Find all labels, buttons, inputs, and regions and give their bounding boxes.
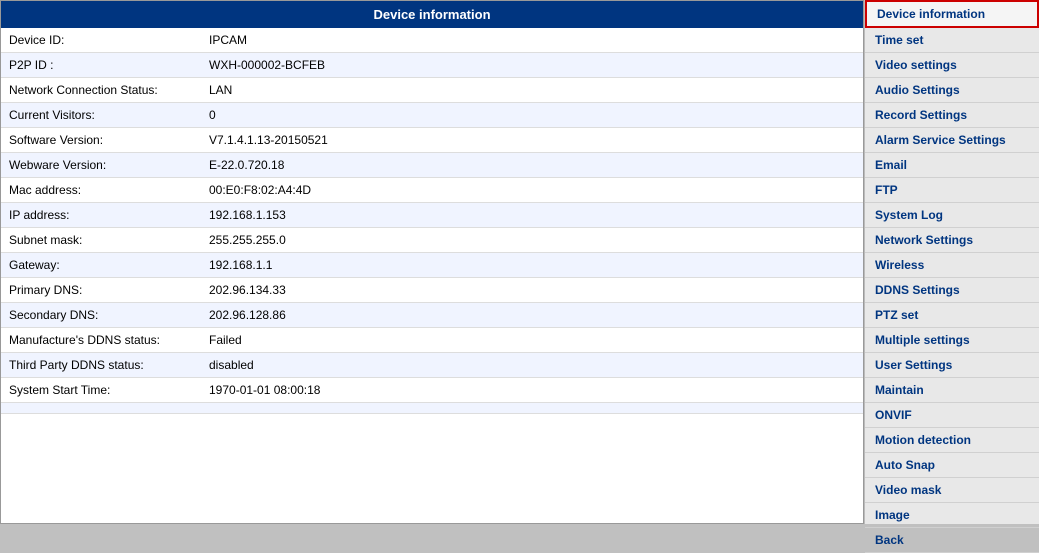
table-row: IP address:192.168.1.153 xyxy=(1,203,863,228)
sidebar-item-auto-snap[interactable]: Auto Snap xyxy=(865,453,1039,478)
table-row: Third Party DDNS status:disabled xyxy=(1,353,863,378)
table-row: Primary DNS:202.96.134.33 xyxy=(1,278,863,303)
row-label: Secondary DNS: xyxy=(1,303,201,328)
sidebar-item-device-information[interactable]: Device information xyxy=(865,0,1039,28)
table-row: Subnet mask:255.255.255.0 xyxy=(1,228,863,253)
sidebar-item-record-settings[interactable]: Record Settings xyxy=(865,103,1039,128)
sidebar-item-onvif[interactable]: ONVIF xyxy=(865,403,1039,428)
table-row: Mac address:00:E0:F8:02:A4:4D xyxy=(1,178,863,203)
sidebar-item-audio-settings[interactable]: Audio Settings xyxy=(865,78,1039,103)
row-label: System Start Time: xyxy=(1,378,201,403)
sidebar-item-ddns-settings[interactable]: DDNS Settings xyxy=(865,278,1039,303)
table-row: P2P ID :WXH-000002-BCFEB xyxy=(1,53,863,78)
main-panel: Device information Device ID:IPCAMP2P ID… xyxy=(0,0,864,524)
row-value: 00:E0:F8:02:A4:4D xyxy=(201,178,863,203)
sidebar-item-time-set[interactable]: Time set xyxy=(865,28,1039,53)
row-label: P2P ID : xyxy=(1,53,201,78)
sidebar-item-wireless[interactable]: Wireless xyxy=(865,253,1039,278)
row-label: IP address: xyxy=(1,203,201,228)
row-label: Current Visitors: xyxy=(1,103,201,128)
sidebar-item-motion-detection[interactable]: Motion detection xyxy=(865,428,1039,453)
table-row xyxy=(1,403,863,414)
row-value: E-22.0.720.18 xyxy=(201,153,863,178)
row-label: Mac address: xyxy=(1,178,201,203)
row-label: Subnet mask: xyxy=(1,228,201,253)
table-row: Manufacture's DDNS status:Failed xyxy=(1,328,863,353)
row-label: Third Party DDNS status: xyxy=(1,353,201,378)
table-row: System Start Time:1970-01-01 08:00:18 xyxy=(1,378,863,403)
row-value: IPCAM xyxy=(201,28,863,53)
row-label: Manufacture's DDNS status: xyxy=(1,328,201,353)
sidebar-item-system-log[interactable]: System Log xyxy=(865,203,1039,228)
row-label: Webware Version: xyxy=(1,153,201,178)
table-row: Network Connection Status:LAN xyxy=(1,78,863,103)
sidebar-item-video-mask[interactable]: Video mask xyxy=(865,478,1039,503)
table-row: Software Version:V7.1.4.1.13-20150521 xyxy=(1,128,863,153)
sidebar-item-network-settings[interactable]: Network Settings xyxy=(865,228,1039,253)
sidebar: Device informationTime setVideo settings… xyxy=(864,0,1039,524)
row-value: 202.96.134.33 xyxy=(201,278,863,303)
row-label: Primary DNS: xyxy=(1,278,201,303)
row-value: 192.168.1.1 xyxy=(201,253,863,278)
row-value: disabled xyxy=(201,353,863,378)
sidebar-item-user-settings[interactable]: User Settings xyxy=(865,353,1039,378)
row-label: Gateway: xyxy=(1,253,201,278)
row-value: 255.255.255.0 xyxy=(201,228,863,253)
sidebar-item-video-settings[interactable]: Video settings xyxy=(865,53,1039,78)
row-value: 192.168.1.153 xyxy=(201,203,863,228)
sidebar-item-back[interactable]: Back xyxy=(865,528,1039,553)
table-title: Device information xyxy=(1,1,863,28)
row-value: 0 xyxy=(201,103,863,128)
table-row: Gateway:192.168.1.1 xyxy=(1,253,863,278)
row-label: Device ID: xyxy=(1,28,201,53)
row-value: LAN xyxy=(201,78,863,103)
row-label: Network Connection Status: xyxy=(1,78,201,103)
row-value: Failed xyxy=(201,328,863,353)
table-row: Webware Version:E-22.0.720.18 xyxy=(1,153,863,178)
sidebar-item-alarm-service-settings[interactable]: Alarm Service Settings xyxy=(865,128,1039,153)
sidebar-item-ptz-set[interactable]: PTZ set xyxy=(865,303,1039,328)
table-row: Secondary DNS:202.96.128.86 xyxy=(1,303,863,328)
row-label: Software Version: xyxy=(1,128,201,153)
table-row: Device ID:IPCAM xyxy=(1,28,863,53)
row-value: V7.1.4.1.13-20150521 xyxy=(201,128,863,153)
row-value: WXH-000002-BCFEB xyxy=(201,53,863,78)
sidebar-item-maintain[interactable]: Maintain xyxy=(865,378,1039,403)
row-value: 1970-01-01 08:00:18 xyxy=(201,378,863,403)
sidebar-item-ftp[interactable]: FTP xyxy=(865,178,1039,203)
row-value: 202.96.128.86 xyxy=(201,303,863,328)
device-info-table: Device ID:IPCAMP2P ID :WXH-000002-BCFEBN… xyxy=(1,28,863,414)
table-row: Current Visitors:0 xyxy=(1,103,863,128)
sidebar-item-image[interactable]: Image xyxy=(865,503,1039,528)
sidebar-item-email[interactable]: Email xyxy=(865,153,1039,178)
sidebar-item-multiple-settings[interactable]: Multiple settings xyxy=(865,328,1039,353)
